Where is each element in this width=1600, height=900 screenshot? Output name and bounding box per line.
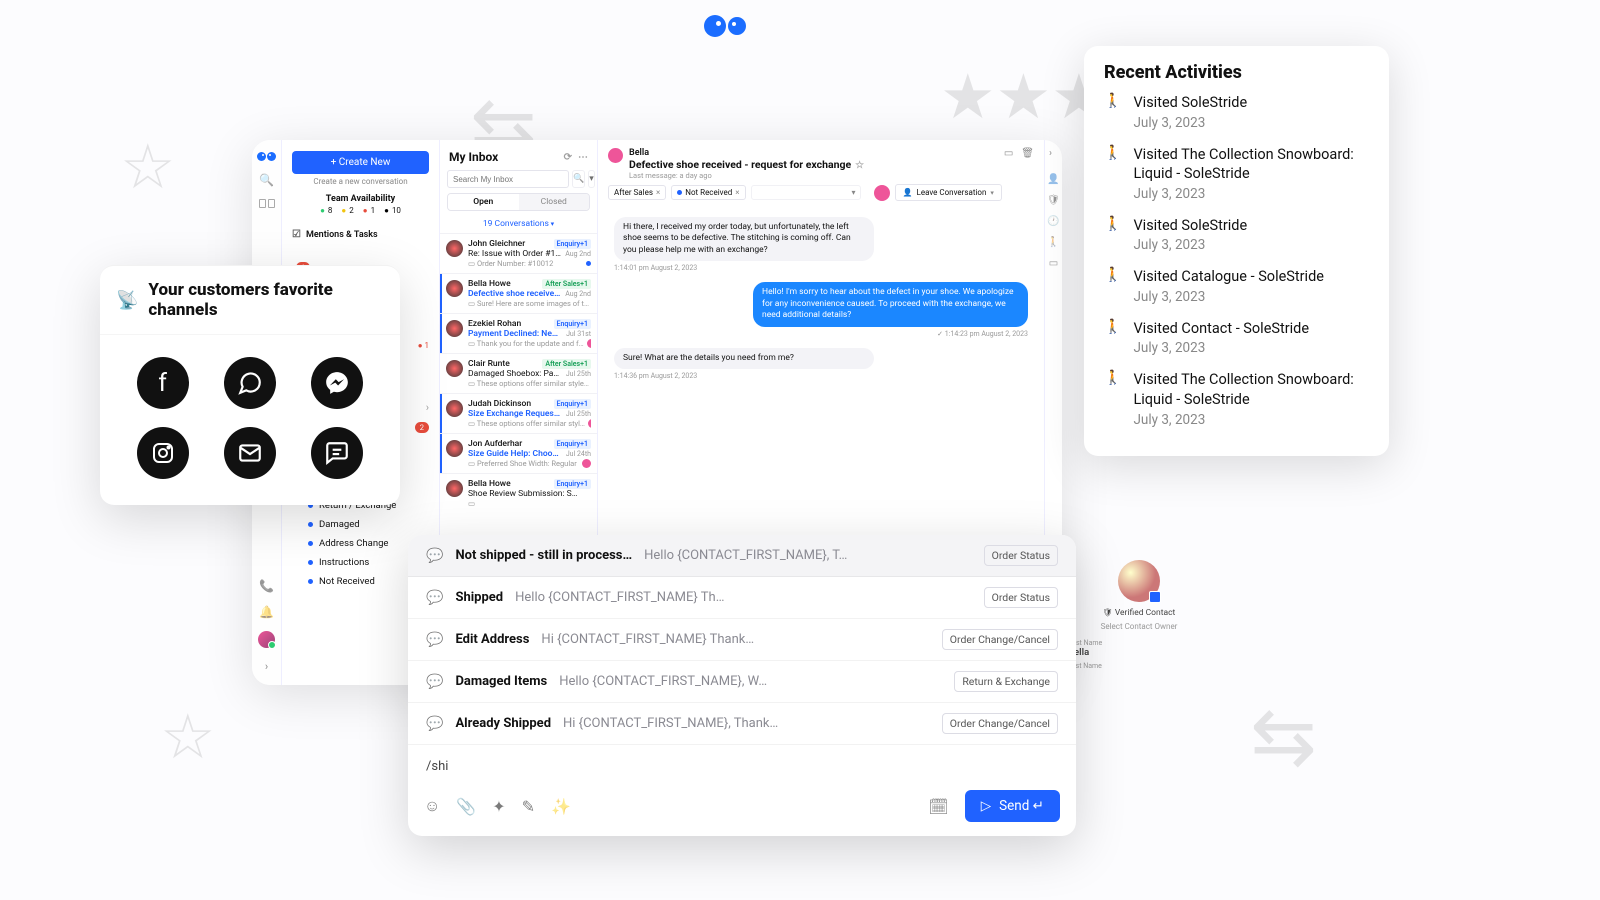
edit-icon[interactable]: ✎ — [522, 797, 535, 816]
create-hint: Create a new conversation — [282, 177, 439, 186]
outgoing-message: Hello! I'm sorry to hear about the defec… — [753, 282, 1028, 326]
incoming-message: Hi there, I received my order today, but… — [614, 217, 874, 261]
tag-dropdown[interactable]: ▾ — [751, 185, 861, 200]
walk-icon: 🚶 — [1104, 93, 1121, 131]
walk-icon: 🚶 — [1104, 216, 1121, 254]
activity-item: 🚶Visited Catalogue - SoleStrideJuly 3, 2… — [1104, 267, 1369, 305]
sms-icon[interactable] — [311, 427, 363, 479]
contact-owner-select[interactable]: Select Contact Owner — [1068, 622, 1210, 631]
quick-reply-item[interactable]: 💬Edit AddressHi {CONTACT_FIRST_NAME} Tha… — [408, 619, 1076, 661]
verified-contact-badge: Verified Contact — [1068, 608, 1210, 618]
whatsapp-icon[interactable] — [224, 357, 276, 409]
tag-damaged[interactable]: Damaged — [282, 515, 439, 534]
composer-panel: 💬Not shipped - still in process…Hello {C… — [408, 535, 1076, 836]
incoming-message: Sure! What are the details you need from… — [614, 348, 874, 369]
refresh-icon[interactable]: ⟳ — [564, 152, 572, 163]
shield-icon[interactable]: 🛡 — [1045, 195, 1062, 206]
quick-reply-item[interactable]: 💬ShippedHello {CONTACT_FIRST_NAME} Th…Or… — [408, 577, 1076, 619]
contact-name: Bella — [629, 148, 998, 158]
tab-open[interactable]: Open — [448, 194, 519, 210]
channels-card: 📡 Your customers favorite channels f — [100, 265, 400, 505]
conversation-item[interactable]: Bella HoweEnquiry+1Shoe Review Submissio… — [440, 473, 597, 513]
phone-icon[interactable]: 📞 — [259, 579, 274, 593]
walk-icon: 🚶 — [1104, 267, 1121, 305]
tag-pill[interactable]: Not Received× — [671, 185, 745, 200]
mentions-section[interactable]: ☑Mentions & Tasks — [282, 223, 439, 246]
activity-item: 🚶Visited SoleStrideJuly 3, 2023 — [1104, 216, 1369, 254]
schedule-icon[interactable]: 🗓 — [928, 797, 948, 816]
bell-icon[interactable]: 🔔 — [259, 605, 274, 619]
instagram-icon[interactable] — [137, 427, 189, 479]
activity-item: 🚶Visited Contact - SoleStrideJuly 3, 202… — [1104, 319, 1369, 357]
brand-logo — [704, 15, 746, 37]
contact-large-avatar — [1118, 560, 1160, 602]
team-availability-title: Team Availability — [282, 194, 439, 204]
walk-icon: 🚶 — [1104, 319, 1121, 357]
broadcast-icon: 📡 — [116, 290, 138, 311]
archive-icon[interactable]: ▭ — [1004, 148, 1013, 159]
conversation-item[interactable]: Ezekiel RohanEnquiry+1Payment Declined: … — [440, 313, 597, 353]
conversation-item[interactable]: Jon AufderharEnquiry+1Size Guide Help: C… — [440, 433, 597, 473]
conversation-item[interactable]: Judah DickinsonEnquiry+1Size Exchange Re… — [440, 393, 597, 433]
contact-card: Verified Contact Select Contact Owner Fi… — [1068, 560, 1210, 670]
last-message-time: Last message: a day ago — [629, 171, 998, 180]
ai-icon[interactable]: ✦ — [492, 797, 505, 816]
remove-tag-icon[interactable]: × — [656, 188, 660, 197]
logo-icon — [257, 152, 276, 161]
tag-pill[interactable]: After Sales× — [608, 185, 666, 200]
walk-icon: 🚶 — [1104, 145, 1121, 202]
composer-input[interactable]: /shi — [408, 745, 1076, 782]
me-avatar[interactable] — [258, 631, 275, 648]
activity-item: 🚶Visited The Collection Snowboard: Liqui… — [1104, 370, 1369, 427]
collapse-rail-icon[interactable]: › — [265, 660, 268, 673]
conversation-title: Defective shoe received - request for ex… — [629, 158, 998, 171]
star-icon[interactable]: ☆ — [855, 160, 864, 171]
shortcut-chips — [259, 199, 275, 208]
inbox-search-input[interactable] — [447, 170, 569, 188]
recent-title: Recent Activities — [1104, 62, 1369, 83]
contact-avatar — [608, 148, 623, 163]
note-icon[interactable]: ▭ — [1045, 258, 1062, 269]
tab-closed[interactable]: Closed — [519, 194, 590, 210]
delete-icon[interactable]: 🗑 — [1021, 148, 1034, 159]
quick-reply-item[interactable]: 💬Already ShippedHi {CONTACT_FIRST_NAME},… — [408, 703, 1076, 745]
leave-conversation-button[interactable]: 👤Leave Conversation — [895, 184, 1002, 201]
channels-title: Your customers favorite channels — [148, 280, 384, 320]
messenger-icon[interactable] — [311, 357, 363, 409]
more-icon[interactable]: ⋯ — [578, 152, 588, 163]
search-button[interactable]: 🔍 — [572, 170, 585, 188]
remove-tag-icon[interactable]: × — [735, 188, 739, 197]
activity-item: 🚶Visited The Collection Snowboard: Liqui… — [1104, 145, 1369, 202]
inbox-tabs: Open Closed — [447, 193, 590, 211]
team-availability-dots: 8 2 1 10 — [282, 206, 439, 215]
assignee-avatar[interactable] — [874, 185, 890, 201]
create-new-button[interactable]: + Create New — [292, 151, 429, 174]
conversation-item[interactable]: Bella HoweAfter Sales+1Defective shoe re… — [440, 273, 597, 313]
conversation-item[interactable]: Clair RunteAfter Sales+1Damaged Shoebox:… — [440, 353, 597, 393]
quick-reply-item[interactable]: 💬Not shipped - still in process…Hello {C… — [408, 535, 1076, 577]
inbox-title: My Inbox⟳⋯ — [440, 140, 597, 170]
facebook-icon[interactable]: f — [137, 357, 189, 409]
filter-button[interactable]: ▾ — [588, 170, 595, 188]
magic-icon[interactable]: ✨ — [551, 797, 571, 816]
conversation-item[interactable]: John GleichnerEnquiry+1Re: Issue with Or… — [440, 233, 597, 273]
activity-item: 🚶Visited SoleStrideJuly 3, 2023 — [1104, 93, 1369, 131]
clock-icon[interactable]: 🕐 — [1045, 216, 1062, 227]
contact-first-name: Bella — [1068, 647, 1210, 658]
walk-icon: 🚶 — [1104, 370, 1121, 427]
profile-icon[interactable]: 👤 — [1045, 174, 1062, 185]
search-icon[interactable]: 🔍 — [259, 173, 274, 187]
recent-activities-panel: Recent Activities 🚶Visited SoleStrideJul… — [1084, 46, 1389, 456]
expand-info-icon[interactable]: › — [1049, 148, 1052, 159]
attachment-icon[interactable]: 📎 — [456, 797, 476, 816]
walk-icon[interactable]: 🚶 — [1045, 237, 1062, 248]
quick-reply-item[interactable]: 💬Damaged ItemsHello {CONTACT_FIRST_NAME}… — [408, 661, 1076, 703]
email-icon[interactable] — [224, 427, 276, 479]
conversation-count[interactable]: 19 Conversations — [440, 215, 597, 233]
emoji-icon[interactable]: ☺ — [424, 796, 440, 816]
send-button[interactable]: ▷Send ↵ — [965, 790, 1060, 822]
